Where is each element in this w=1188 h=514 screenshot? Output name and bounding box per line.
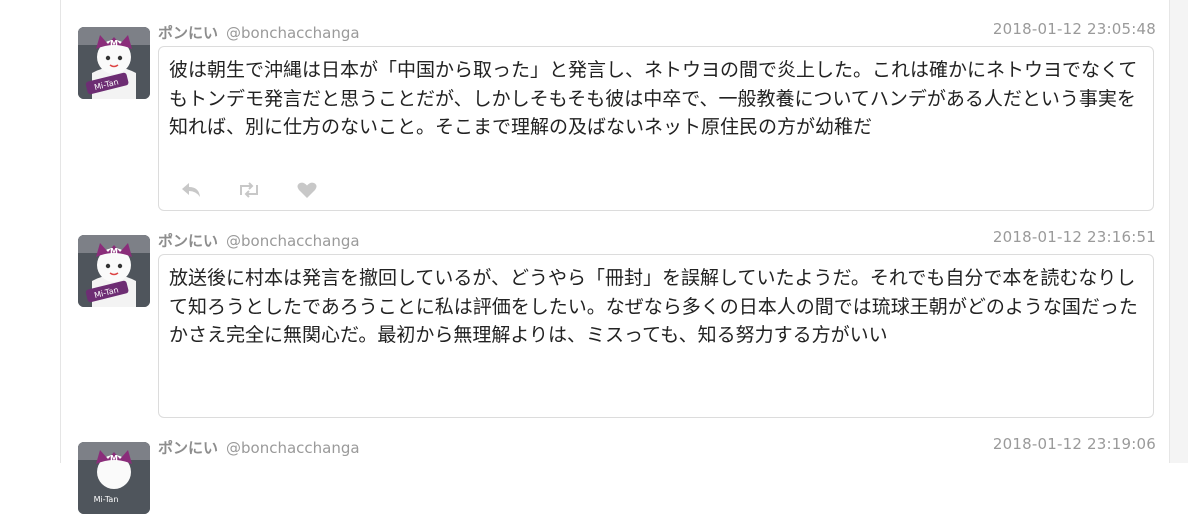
avatar[interactable]: M Mi-Tan <box>78 27 150 99</box>
post-timestamp[interactable]: 2018-01-12 23:16:51 <box>993 228 1156 246</box>
post-body: 彼は朝生で沖縄は日本が「中国から取った」と発言し、ネトウヨの間で炎上した。これは… <box>158 46 1154 211</box>
heart-icon[interactable] <box>293 179 321 201</box>
post-timestamp[interactable]: 2018-01-12 23:05:48 <box>993 20 1156 38</box>
avatar-mascot-image: M Mi-Tan <box>78 442 150 514</box>
retweet-icon[interactable] <box>235 179 263 201</box>
post-text: 彼は朝生で沖縄は日本が「中国から取った」と発言し、ネトウヨの間で炎上した。これは… <box>169 59 1138 138</box>
display-name[interactable]: ポンにい <box>158 232 218 250</box>
post-timestamp[interactable]: 2018-01-12 23:19:06 <box>993 435 1156 453</box>
scrollbar[interactable] <box>1169 0 1188 463</box>
author-line: ポンにい @bonchacchanga <box>158 439 360 457</box>
timeline: M Mi-Tan ポンにい @bonchacchanga 2018-01-12 2… <box>78 0 1162 514</box>
svg-text:Mi-Tan: Mi-Tan <box>94 495 119 504</box>
display-name[interactable]: ポンにい <box>158 24 218 42</box>
post-actions <box>177 178 321 202</box>
svg-text:M: M <box>110 247 118 256</box>
avatar-mascot-image: M Mi-Tan <box>78 27 150 99</box>
user-handle[interactable]: @bonchacchanga <box>226 24 360 42</box>
user-handle[interactable]: @bonchacchanga <box>226 439 360 457</box>
timeline-post: M Mi-Tan ポンにい @bonchacchanga 2018-01-12 2… <box>78 0 1162 215</box>
svg-text:M: M <box>110 39 118 48</box>
column-divider <box>60 0 61 463</box>
avatar-mascot-image: M Mi-Tan <box>78 235 150 307</box>
timeline-post: M Mi-Tan ポンにい @bonchacchanga 2018-01-12 2… <box>78 415 1162 514</box>
reply-icon[interactable] <box>177 179 205 201</box>
post-text: 放送後に村本は発言を撤回しているが、どうやら「冊封」を誤解していたようだ。それで… <box>169 267 1138 346</box>
author-line: ポンにい @bonchacchanga <box>158 24 360 42</box>
avatar[interactable]: M Mi-Tan <box>78 442 150 514</box>
timeline-post: M Mi-Tan ポンにい @bonchacchanga 2018-01-12 2… <box>78 208 1162 423</box>
display-name[interactable]: ポンにい <box>158 439 218 457</box>
svg-text:M: M <box>110 454 118 463</box>
author-line: ポンにい @bonchacchanga <box>158 232 360 250</box>
post-body: 放送後に村本は発言を撤回しているが、どうやら「冊封」を誤解していたようだ。それで… <box>158 254 1154 418</box>
avatar[interactable]: M Mi-Tan <box>78 235 150 307</box>
user-handle[interactable]: @bonchacchanga <box>226 232 360 250</box>
